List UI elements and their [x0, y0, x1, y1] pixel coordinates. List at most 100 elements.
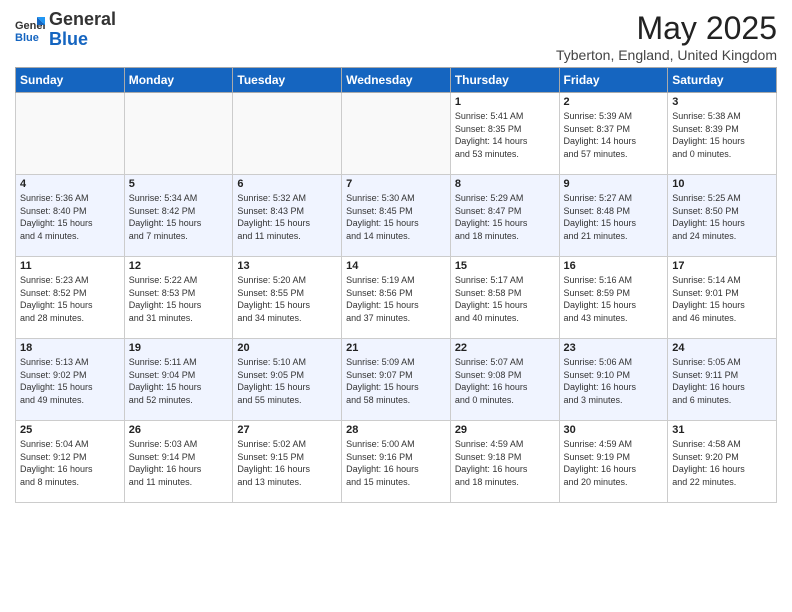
day-info: Sunrise: 5:36 AM Sunset: 8:40 PM Dayligh…: [20, 192, 120, 242]
day-info: Sunrise: 5:05 AM Sunset: 9:11 PM Dayligh…: [672, 356, 772, 406]
day-info: Sunrise: 5:04 AM Sunset: 9:12 PM Dayligh…: [20, 438, 120, 488]
table-row: 29Sunrise: 4:59 AM Sunset: 9:18 PM Dayli…: [450, 421, 559, 503]
logo: General Blue General Blue: [15, 10, 116, 50]
calendar-week-5: 25 Sunrise: 5:04 AM Sunset: 9:12 PM Dayli…: [16, 421, 777, 503]
table-row: 11 Sunrise: 5:23 AM Sunset: 8:52 PM Dayli…: [16, 257, 125, 339]
day-info: Sunrise: 5:30 AM Sunset: 8:45 PM Dayligh…: [346, 192, 446, 242]
table-row: 10Sunrise: 5:25 AM Sunset: 8:50 PM Dayli…: [668, 175, 777, 257]
day-number: 8: [455, 178, 555, 190]
header-tuesday: Tuesday: [233, 68, 342, 93]
calendar-week-1: 1 Sunrise: 5:41 AM Sunset: 8:35 PM Daylig…: [16, 93, 777, 175]
day-number: 21: [346, 342, 446, 354]
table-row: 24 Sunrise: 5:05 AM Sunset: 9:11 PM Dayli…: [668, 339, 777, 421]
day-number: 7: [346, 178, 446, 190]
day-info: Sunrise: 4:59 AM Sunset: 9:18 PM Dayligh…: [455, 438, 555, 488]
day-info: Sunrise: 5:19 AM Sunset: 8:56 PM Dayligh…: [346, 274, 446, 324]
day-number: 4: [20, 178, 120, 190]
day-number: 6: [237, 178, 337, 190]
table-row: 12Sunrise: 5:22 AM Sunset: 8:53 PM Dayli…: [124, 257, 233, 339]
location: Tyberton, England, United Kingdom: [556, 47, 777, 63]
day-number: 26: [129, 424, 229, 436]
header-saturday: Saturday: [668, 68, 777, 93]
day-number: 30: [564, 424, 664, 436]
table-row: 5Sunrise: 5:34 AM Sunset: 8:42 PM Daylig…: [124, 175, 233, 257]
day-info: Sunrise: 5:16 AM Sunset: 8:59 PM Dayligh…: [564, 274, 664, 324]
logo-icon: General Blue: [15, 15, 45, 45]
table-row: 17 Sunrise: 5:14 AM Sunset: 9:01 PM Dayli…: [668, 257, 777, 339]
day-number: 24: [672, 342, 772, 354]
day-number: 16: [564, 260, 664, 272]
day-number: 18: [20, 342, 120, 354]
day-number: 27: [237, 424, 337, 436]
day-info: Sunrise: 5:22 AM Sunset: 8:53 PM Dayligh…: [129, 274, 229, 324]
table-row: 7 Sunrise: 5:30 AM Sunset: 8:45 PM Daylig…: [342, 175, 451, 257]
day-number: 15: [455, 260, 555, 272]
header: General Blue General Blue May 2025 Tyber…: [15, 10, 777, 63]
day-info: Sunrise: 5:23 AM Sunset: 8:52 PM Dayligh…: [20, 274, 120, 324]
day-info: Sunrise: 5:20 AM Sunset: 8:55 PM Dayligh…: [237, 274, 337, 324]
table-row: [233, 93, 342, 175]
day-info: Sunrise: 5:02 AM Sunset: 9:15 PM Dayligh…: [237, 438, 337, 488]
day-info: Sunrise: 5:29 AM Sunset: 8:47 PM Dayligh…: [455, 192, 555, 242]
table-row: 9Sunrise: 5:27 AM Sunset: 8:48 PM Daylig…: [559, 175, 668, 257]
table-row: 23Sunrise: 5:06 AM Sunset: 9:10 PM Dayli…: [559, 339, 668, 421]
day-info: Sunrise: 5:10 AM Sunset: 9:05 PM Dayligh…: [237, 356, 337, 406]
svg-text:Blue: Blue: [15, 32, 39, 44]
table-row: [16, 93, 125, 175]
table-row: 30 Sunrise: 4:59 AM Sunset: 9:19 PM Dayli…: [559, 421, 668, 503]
day-info: Sunrise: 5:41 AM Sunset: 8:35 PM Dayligh…: [455, 110, 555, 160]
day-info: Sunrise: 5:32 AM Sunset: 8:43 PM Dayligh…: [237, 192, 337, 242]
day-info: Sunrise: 5:09 AM Sunset: 9:07 PM Dayligh…: [346, 356, 446, 406]
day-number: 28: [346, 424, 446, 436]
header-thursday: Thursday: [450, 68, 559, 93]
day-info: Sunrise: 5:13 AM Sunset: 9:02 PM Dayligh…: [20, 356, 120, 406]
table-row: 20 Sunrise: 5:10 AM Sunset: 9:05 PM Dayli…: [233, 339, 342, 421]
day-info: Sunrise: 5:14 AM Sunset: 9:01 PM Dayligh…: [672, 274, 772, 324]
day-info: Sunrise: 5:27 AM Sunset: 8:48 PM Dayligh…: [564, 192, 664, 242]
table-row: 26 Sunrise: 5:03 AM Sunset: 9:14 PM Dayli…: [124, 421, 233, 503]
table-row: 8 Sunrise: 5:29 AM Sunset: 8:47 PM Daylig…: [450, 175, 559, 257]
day-number: 22: [455, 342, 555, 354]
day-number: 20: [237, 342, 337, 354]
table-row: 16 Sunrise: 5:16 AM Sunset: 8:59 PM Dayli…: [559, 257, 668, 339]
calendar-table: Sunday Monday Tuesday Wednesday Thursday…: [15, 67, 777, 503]
day-number: 11: [20, 260, 120, 272]
table-row: [342, 93, 451, 175]
table-row: 15Sunrise: 5:17 AM Sunset: 8:58 PM Dayli…: [450, 257, 559, 339]
title-block: May 2025 Tyberton, England, United Kingd…: [556, 10, 777, 63]
calendar-week-3: 11 Sunrise: 5:23 AM Sunset: 8:52 PM Dayli…: [16, 257, 777, 339]
day-info: Sunrise: 5:03 AM Sunset: 9:14 PM Dayligh…: [129, 438, 229, 488]
header-friday: Friday: [559, 68, 668, 93]
day-info: Sunrise: 4:59 AM Sunset: 9:19 PM Dayligh…: [564, 438, 664, 488]
day-info: Sunrise: 5:00 AM Sunset: 9:16 PM Dayligh…: [346, 438, 446, 488]
day-number: 13: [237, 260, 337, 272]
day-number: 31: [672, 424, 772, 436]
day-number: 14: [346, 260, 446, 272]
table-row: 27 Sunrise: 5:02 AM Sunset: 9:15 PM Dayli…: [233, 421, 342, 503]
day-info: Sunrise: 5:34 AM Sunset: 8:42 PM Dayligh…: [129, 192, 229, 242]
table-row: 19Sunrise: 5:11 AM Sunset: 9:04 PM Dayli…: [124, 339, 233, 421]
table-row: 18 Sunrise: 5:13 AM Sunset: 9:02 PM Dayli…: [16, 339, 125, 421]
day-number: 23: [564, 342, 664, 354]
logo-general-text: General: [49, 9, 116, 29]
table-row: 22Sunrise: 5:07 AM Sunset: 9:08 PM Dayli…: [450, 339, 559, 421]
table-row: 14 Sunrise: 5:19 AM Sunset: 8:56 PM Dayli…: [342, 257, 451, 339]
day-info: Sunrise: 4:58 AM Sunset: 9:20 PM Dayligh…: [672, 438, 772, 488]
day-info: Sunrise: 5:11 AM Sunset: 9:04 PM Dayligh…: [129, 356, 229, 406]
day-info: Sunrise: 5:25 AM Sunset: 8:50 PM Dayligh…: [672, 192, 772, 242]
table-row: 31 Sunrise: 4:58 AM Sunset: 9:20 PM Dayli…: [668, 421, 777, 503]
table-row: 1 Sunrise: 5:41 AM Sunset: 8:35 PM Daylig…: [450, 93, 559, 175]
calendar-week-2: 4 Sunrise: 5:36 AM Sunset: 8:40 PM Daylig…: [16, 175, 777, 257]
header-monday: Monday: [124, 68, 233, 93]
table-row: 3Sunrise: 5:38 AM Sunset: 8:39 PM Daylig…: [668, 93, 777, 175]
month-title: May 2025: [556, 10, 777, 47]
calendar-week-4: 18 Sunrise: 5:13 AM Sunset: 9:02 PM Dayli…: [16, 339, 777, 421]
day-number: 25: [20, 424, 120, 436]
header-wednesday: Wednesday: [342, 68, 451, 93]
table-row: [124, 93, 233, 175]
day-number: 1: [455, 96, 555, 108]
table-row: 6 Sunrise: 5:32 AM Sunset: 8:43 PM Daylig…: [233, 175, 342, 257]
page-container: General Blue General Blue May 2025 Tyber…: [0, 0, 792, 513]
header-sunday: Sunday: [16, 68, 125, 93]
day-number: 17: [672, 260, 772, 272]
